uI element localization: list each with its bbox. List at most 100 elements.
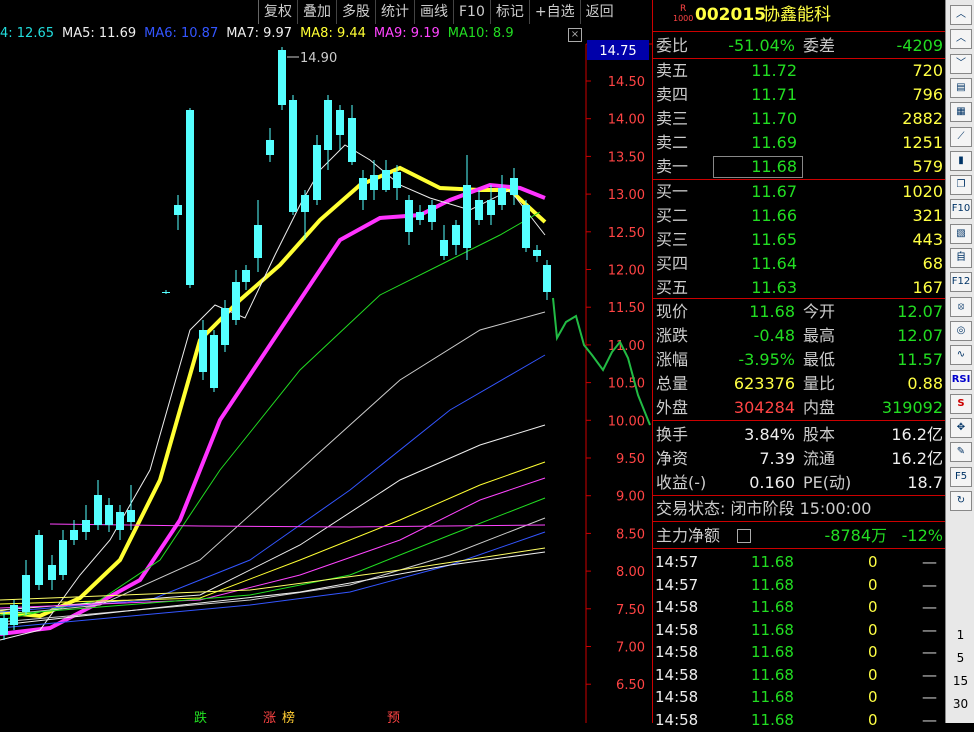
toolbar-button-8[interactable]: 返回	[579, 0, 619, 24]
tick-row: 14:58 11.68 0 —	[653, 709, 945, 731]
tick-time: 14:58	[655, 598, 699, 616]
document-icon[interactable]: ▤	[950, 77, 972, 98]
wave-icon[interactable]: ∿	[950, 345, 972, 366]
candle-body	[232, 282, 240, 320]
order-book-row[interactable]: 卖三 11.70 2882	[653, 107, 945, 130]
toolbar-button-4[interactable]: 画线	[414, 0, 453, 24]
bottom-label-bang[interactable]: 榜	[282, 710, 295, 723]
stat-value: 319092	[881, 398, 943, 417]
stat-value: 11.57	[897, 350, 943, 369]
order-book-row[interactable]: 买四 11.64 68	[653, 252, 945, 275]
table-icon[interactable]: ▦	[950, 102, 972, 123]
price-tick-label: 8.00	[616, 565, 645, 580]
current-price-label: 14.75	[599, 44, 636, 59]
order-book-row[interactable]: 卖五 11.72 720	[653, 59, 945, 82]
period-button[interactable]: 1	[946, 628, 974, 642]
toolbar-button-7[interactable]: +自选	[528, 0, 580, 24]
ma-legend-item: MA8: 9.44	[300, 26, 366, 41]
rsi-icon[interactable]: RSI	[950, 369, 972, 390]
stat-label: 最高	[803, 326, 836, 345]
bottom-label-zhang[interactable]: 涨	[263, 711, 276, 723]
toolbar-button-1[interactable]: 叠加	[297, 0, 336, 24]
ma-legend-item: MA10: 8.9	[447, 26, 514, 41]
toolbar-button-5[interactable]: F10	[453, 0, 490, 24]
fundamental-row: 净资 7.39 流通 16.2亿	[653, 447, 945, 470]
trade-status: 交易状态: 闭市阶段 15:00:00	[653, 497, 945, 520]
toolbar-button-2[interactable]: 多股	[336, 0, 375, 24]
candle-chart-icon[interactable]: ▮	[950, 150, 972, 171]
stock-badge: R 1000	[673, 4, 693, 24]
stat-value: 12.07	[897, 326, 943, 345]
tool-sidebar: ︿ ︿ ﹀ ▤ ▦ ⟋ ▮ ❐ F10 ▧ 自 F12 ⦻ ◎ ∿ RSI S ✥ ✎ F5 ↻ 1 5 15 30	[945, 0, 974, 723]
bottom-label-yu[interactable]: 预	[387, 711, 400, 723]
window-icon[interactable]: ❐	[950, 175, 972, 196]
stat-row: 现价 11.68 今开 12.07	[653, 300, 945, 323]
tick-volume: 0	[868, 688, 878, 706]
order-book-row[interactable]: 买二 11.66 321	[653, 204, 945, 227]
order-book-row[interactable]: 卖一 11.68 579	[653, 155, 945, 178]
tick-direction: —	[922, 620, 937, 639]
badge-bottom: 1000	[673, 14, 694, 23]
price-tick-label: 7.00	[616, 641, 645, 656]
f12-icon[interactable]: F12	[950, 272, 972, 293]
refresh-icon[interactable]: ↻	[950, 491, 972, 511]
price-tick-label: 6.50	[616, 678, 645, 693]
order-level-label: 卖一	[656, 157, 689, 176]
tick-direction: —	[922, 665, 937, 684]
tick-volume: 0	[868, 643, 878, 661]
toolbar-button-3[interactable]: 统计	[375, 0, 414, 24]
chevron-down-icon[interactable]: ﹀	[950, 53, 972, 74]
stat-value: 12.07	[897, 302, 943, 321]
main-flow-value: -8784万	[824, 526, 888, 545]
candle-body	[510, 178, 518, 195]
order-book-row[interactable]: 卖二 11.69 1251	[653, 131, 945, 154]
chart-toolbar: 复权 叠加 多股 统计 画线 F10 标记 +自选 返回	[258, 0, 619, 24]
period-button[interactable]: 5	[946, 651, 974, 665]
order-level-label: 卖四	[656, 85, 689, 104]
order-book-row[interactable]: 买五 11.63 167	[653, 276, 945, 299]
line-chart-icon[interactable]: ⟋	[950, 126, 972, 147]
order-book-row[interactable]: 买一 11.67 1020	[653, 180, 945, 203]
tick-direction: —	[922, 643, 937, 661]
list-icon[interactable]	[737, 529, 751, 543]
candle-body	[543, 265, 551, 292]
toolbar-button-0[interactable]: 复权	[258, 0, 297, 24]
stat-label: 涨跌	[656, 326, 689, 345]
stat-label: 现价	[656, 302, 689, 321]
ma-legend-item: MA7: 9.97	[226, 26, 293, 41]
self-select-icon[interactable]: 自	[950, 248, 972, 268]
chevron-up-icon[interactable]: ︿	[950, 5, 972, 25]
order-level-label: 买五	[656, 278, 689, 297]
period-button[interactable]: 15	[946, 674, 974, 688]
indicator-icon[interactable]: ⦻	[950, 296, 972, 317]
tick-direction: —	[922, 598, 937, 616]
chevron-up-icon[interactable]: ︿	[950, 29, 972, 50]
report-icon[interactable]: ▧	[950, 223, 972, 244]
fundamental-label: PE(动)	[803, 473, 852, 492]
tick-row: 14:57 11.68 0 —	[653, 551, 945, 573]
pencil-icon[interactable]: ✎	[950, 442, 972, 463]
stat-label: 涨幅	[656, 350, 689, 369]
bottom-label-die[interactable]: 跌	[194, 710, 207, 723]
candle-body	[186, 110, 194, 285]
move-icon[interactable]: ✥	[950, 418, 972, 439]
price-tick-label: 14.50	[608, 75, 645, 90]
stat-row: 总量 623376 量比 0.88	[653, 372, 945, 395]
s-icon[interactable]: S	[950, 393, 972, 414]
order-qty: 2882	[902, 109, 943, 128]
main-flow-row[interactable]: 主力净额 -8784万 -12%	[653, 524, 945, 547]
fundamental-label: 流通	[803, 449, 836, 468]
order-level-label: 卖三	[656, 109, 689, 128]
f10-icon[interactable]: F10	[950, 199, 972, 220]
candlestick-chart[interactable]: 14.75 14.50 14.00 13.50 13.00 12.50 12.00 11.5…	[0, 0, 652, 723]
close-icon[interactable]: ×	[568, 28, 582, 42]
settings-icon[interactable]: ◎	[950, 320, 972, 341]
toolbar-button-6[interactable]: 标记	[489, 0, 529, 24]
f5-icon[interactable]: F5	[950, 466, 972, 487]
period-button[interactable]: 30	[946, 697, 974, 711]
order-qty: 68	[922, 254, 943, 273]
order-book-row[interactable]: 卖四 11.71 796	[653, 83, 945, 106]
order-book-row[interactable]: 买三 11.65 443	[653, 228, 945, 251]
tick-time: 14:58	[655, 710, 699, 729]
candle-body	[199, 330, 207, 372]
